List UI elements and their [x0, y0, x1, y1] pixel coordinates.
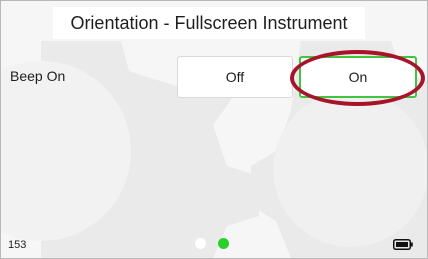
off-button[interactable]: Off: [177, 56, 293, 98]
page-dot-1[interactable]: [195, 238, 206, 249]
gear-watermark: [1, 41, 427, 258]
page-dot-2[interactable]: [218, 238, 229, 249]
beep-on-label: Beep On: [10, 68, 66, 84]
page-title: Orientation - Fullscreen Instrument: [53, 7, 365, 39]
on-button[interactable]: On: [299, 56, 417, 98]
page-number: 153: [8, 239, 27, 251]
device-screen: Orientation - Fullscreen Instrument Beep…: [0, 0, 428, 259]
page-indicator: [195, 238, 229, 249]
battery-icon: [393, 239, 413, 250]
